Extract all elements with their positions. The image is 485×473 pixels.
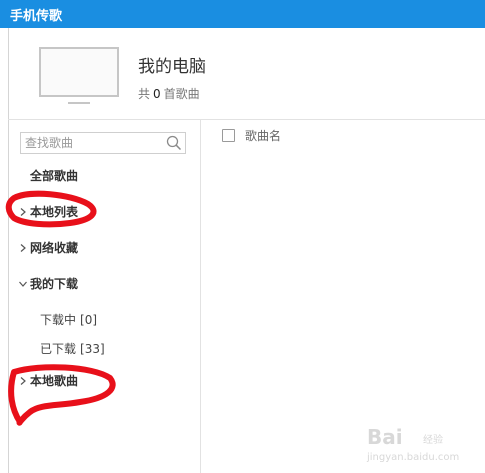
sidebar-item-local-songs[interactable]: 本地歌曲	[18, 372, 78, 389]
sidebar-item-label: 本地列表	[30, 205, 79, 219]
sidebar-item-my-downloads[interactable]: 我的下载	[18, 275, 78, 292]
monitor-icon	[39, 47, 119, 104]
header-divider	[8, 119, 485, 120]
song-count-prefix: 共	[138, 87, 151, 101]
watermark-logo: Bai 经验 jingyan.baidu.com	[366, 426, 459, 463]
sidebar-item-label: 本地歌曲	[30, 374, 79, 388]
watermark-url: jingyan.baidu.com	[366, 452, 459, 463]
sidebar-item-label: 网络收藏	[30, 241, 79, 255]
chevron-down-icon	[19, 281, 27, 287]
sidebar-divider	[200, 120, 201, 473]
sidebar-subitem-label: 已下载	[40, 342, 77, 356]
chevron-right-icon	[20, 243, 26, 252]
sidebar-subitem-downloaded[interactable]: 已下载 [33]	[40, 340, 105, 357]
chevron-right-icon	[20, 376, 26, 385]
search-input[interactable]	[25, 135, 161, 151]
device-name: 我的电脑	[138, 57, 206, 77]
sidebar-item-local-list[interactable]: 本地列表	[18, 203, 78, 220]
device-header: 我的电脑 共 0 首歌曲	[0, 28, 485, 120]
downloaded-count: [33]	[80, 342, 105, 356]
watermark-brand: Bai	[367, 426, 403, 449]
watermark-suffix: 经验	[423, 433, 443, 446]
window-title: 手机传歌	[10, 9, 63, 24]
song-count-value: 0	[153, 87, 161, 101]
search-icon[interactable]	[166, 135, 182, 151]
song-table-header: 歌曲名	[222, 127, 281, 144]
sidebar-subitem-label: 下载中	[40, 313, 77, 327]
chevron-right-icon	[20, 207, 26, 216]
download-count: [0]	[80, 313, 98, 327]
sidebar-subitem-downloading[interactable]: 下载中 [0]	[40, 311, 97, 328]
select-all-checkbox[interactable]	[222, 129, 235, 142]
song-count: 共 0 首歌曲	[138, 85, 200, 102]
sidebar-item-label: 全部歌曲	[30, 169, 79, 183]
title-bar: 手机传歌	[0, 0, 485, 28]
column-header-song-name[interactable]: 歌曲名	[245, 127, 281, 144]
search-box[interactable]	[20, 132, 186, 154]
song-count-suffix: 首歌曲	[163, 87, 200, 101]
sidebar-item-all-songs[interactable]: 全部歌曲	[30, 167, 78, 184]
sidebar-item-online-favorites[interactable]: 网络收藏	[18, 239, 78, 256]
sidebar-item-label: 我的下载	[30, 277, 79, 291]
